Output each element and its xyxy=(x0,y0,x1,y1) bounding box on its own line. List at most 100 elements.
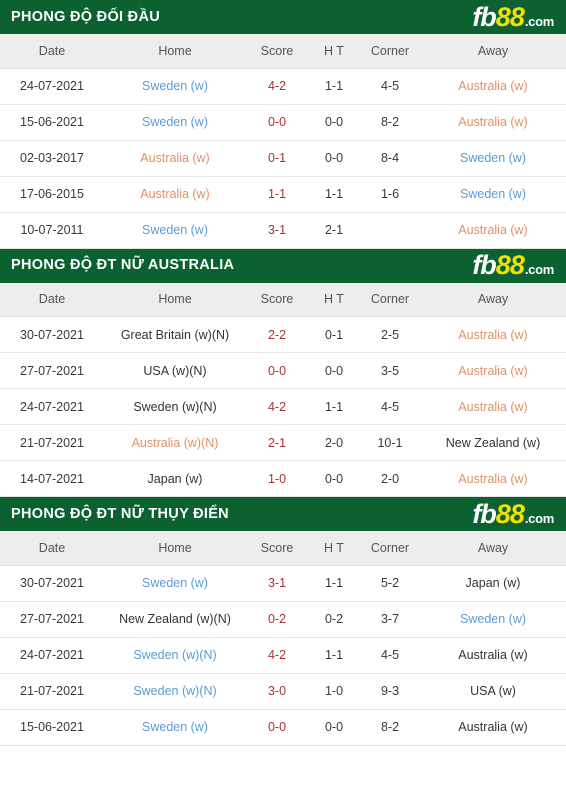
cell-date: 24-07-2021 xyxy=(0,388,104,425)
cell-away: Australia (w) xyxy=(420,104,566,141)
cell-home: USA (w)(N) xyxy=(104,352,246,389)
table-row[interactable]: 02-03-2017 Australia (w) 0-1 0-0 8-4 Sweden (… xyxy=(0,140,566,177)
cell-ht: 0-0 xyxy=(308,140,360,177)
table-row[interactable]: 17-06-2015 Australia (w) 1-1 1-1 1-6 Sweden (… xyxy=(0,176,566,213)
brand-com-text: .com xyxy=(524,510,554,526)
column-header-score: Score xyxy=(246,282,308,317)
cell-ht: 2-0 xyxy=(308,424,360,461)
column-header-home: Home xyxy=(104,282,246,317)
column-header-home: Home xyxy=(104,531,246,566)
cell-away: Australia (w) xyxy=(420,316,566,353)
fb88-logo[interactable]: fb 88 .com xyxy=(472,498,558,529)
section-header: PHONG ĐỘ ĐT NỮ THỤY ĐIỂN fb 88 .com xyxy=(0,497,566,531)
cell-home: Sweden (w)(N) xyxy=(104,388,246,425)
cell-date: 14-07-2021 xyxy=(0,460,104,497)
cell-home: Sweden (w)(N) xyxy=(104,673,246,710)
column-header-ht: H T xyxy=(308,282,360,317)
cell-score: 0-0 xyxy=(246,104,308,141)
cell-score: 3-1 xyxy=(246,212,308,249)
cell-home: Australia (w) xyxy=(104,140,246,177)
cell-score: 4-2 xyxy=(246,68,308,105)
cell-away: Sweden (w) xyxy=(420,601,566,638)
table-row[interactable]: 21-07-2021 Australia (w)(N) 2-1 2-0 10-1 New … xyxy=(0,424,566,461)
match-table: Date Home Score H T Corner Away 30-07-2021 Swed… xyxy=(0,531,566,746)
cell-corner: 3-5 xyxy=(360,352,420,389)
cell-date: 27-07-2021 xyxy=(0,601,104,638)
cell-away: Australia (w) xyxy=(420,212,566,249)
cell-corner: 4-5 xyxy=(360,637,420,674)
cell-corner xyxy=(360,212,420,249)
match-table: Date Home Score H T Corner Away 24-07-2021 Swed… xyxy=(0,34,566,249)
cell-date: 24-07-2021 xyxy=(0,637,104,674)
fb88-logo[interactable]: fb 88 .com xyxy=(472,1,558,32)
cell-ht: 1-1 xyxy=(308,637,360,674)
table-row[interactable]: 21-07-2021 Sweden (w)(N) 3-0 1-0 9-3 USA (w) xyxy=(0,673,566,710)
table-row[interactable]: 24-07-2021 Sweden (w)(N) 4-2 1-1 4-5 Australi… xyxy=(0,637,566,674)
column-header-corner: Corner xyxy=(360,531,420,566)
cell-away: Australia (w) xyxy=(420,388,566,425)
table-row[interactable]: 15-06-2021 Sweden (w) 0-0 0-0 8-2 Australia (… xyxy=(0,709,566,746)
column-header-corner: Corner xyxy=(360,34,420,69)
cell-away: New Zealand (w) xyxy=(420,424,566,461)
cell-corner: 4-5 xyxy=(360,68,420,105)
section-header: PHONG ĐỘ ĐT NỮ AUSTRALIA fb 88 .com xyxy=(0,248,566,283)
brand-88-text: 88 xyxy=(495,498,525,529)
cell-away: Australia (w) xyxy=(420,709,566,746)
cell-date: 17-06-2015 xyxy=(0,176,104,213)
column-header-away: Away xyxy=(420,531,566,566)
brand-fb-text: fb xyxy=(472,1,497,32)
cell-date: 21-07-2021 xyxy=(0,673,104,710)
table-row[interactable]: 27-07-2021 USA (w)(N) 0-0 0-0 3-5 Australia (… xyxy=(0,352,566,389)
cell-ht: 0-0 xyxy=(308,460,360,497)
cell-score: 2-2 xyxy=(246,316,308,353)
cell-score: 1-0 xyxy=(246,460,308,497)
cell-home: Sweden (w) xyxy=(104,212,246,249)
cell-score: 0-2 xyxy=(246,601,308,638)
cell-date: 10-07-2011 xyxy=(0,212,104,249)
cell-score: 0-1 xyxy=(246,140,308,177)
cell-date: 21-07-2021 xyxy=(0,424,104,461)
cell-score: 0-0 xyxy=(246,352,308,389)
section-title: PHONG ĐỘ ĐT NỮ AUSTRALIA xyxy=(11,257,235,274)
cell-ht: 1-1 xyxy=(308,565,360,602)
table-row[interactable]: 24-07-2021 Sweden (w)(N) 4-2 1-1 4-5 Australi… xyxy=(0,388,566,425)
cell-corner: 2-5 xyxy=(360,316,420,353)
cell-home: Australia (w)(N) xyxy=(104,424,246,461)
stats-section: PHONG ĐỘ ĐT NỮ AUSTRALIA fb 88 .com Date Home… xyxy=(0,248,566,497)
section-title: PHONG ĐỘ ĐỐI ĐẦU xyxy=(11,8,160,25)
cell-ht: 2-1 xyxy=(308,212,360,249)
stats-page: PHONG ĐỘ ĐỐI ĐẦU fb 88 .com Date Home Score H T… xyxy=(0,0,566,746)
table-row[interactable]: 30-07-2021 Great Britain (w)(N) 2-2 0-1 2-5 A… xyxy=(0,316,566,353)
column-header-date: Date xyxy=(0,34,104,69)
brand-fb-text: fb xyxy=(472,250,497,280)
table-row[interactable]: 14-07-2021 Japan (w) 1-0 0-0 2-0 Australia (w… xyxy=(0,460,566,497)
cell-score: 2-1 xyxy=(246,424,308,461)
cell-away: Australia (w) xyxy=(420,637,566,674)
cell-score: 4-2 xyxy=(246,637,308,674)
cell-corner: 8-2 xyxy=(360,104,420,141)
cell-date: 30-07-2021 xyxy=(0,565,104,602)
cell-away: USA (w) xyxy=(420,673,566,710)
table-row[interactable]: 27-07-2021 New Zealand (w)(N) 0-2 0-2 3-7 Swe… xyxy=(0,601,566,638)
cell-score: 1-1 xyxy=(246,176,308,213)
column-header-score: Score xyxy=(246,34,308,69)
cell-corner: 10-1 xyxy=(360,424,420,461)
brand-88-text: 88 xyxy=(495,250,525,280)
cell-ht: 0-1 xyxy=(308,316,360,353)
cell-home: Sweden (w) xyxy=(104,709,246,746)
table-row[interactable]: 15-06-2021 Sweden (w) 0-0 0-0 8-2 Australia (… xyxy=(0,104,566,141)
cell-away: Australia (w) xyxy=(420,460,566,497)
cell-date: 02-03-2017 xyxy=(0,140,104,177)
fb88-logo[interactable]: fb 88 .com xyxy=(472,252,558,279)
table-row[interactable]: 10-07-2011 Sweden (w) 3-1 2-1 Australia (w) xyxy=(0,212,566,249)
table-row[interactable]: 30-07-2021 Sweden (w) 3-1 1-1 5-2 Japan (w) xyxy=(0,565,566,602)
cell-corner: 5-2 xyxy=(360,565,420,602)
cell-date: 30-07-2021 xyxy=(0,316,104,353)
table-header-row: Date Home Score H T Corner Away xyxy=(0,34,566,69)
brand-88-text: 88 xyxy=(495,1,525,32)
column-header-date: Date xyxy=(0,531,104,566)
cell-date: 15-06-2021 xyxy=(0,709,104,746)
table-row[interactable]: 24-07-2021 Sweden (w) 4-2 1-1 4-5 Australia (… xyxy=(0,68,566,105)
cell-score: 0-0 xyxy=(246,709,308,746)
cell-home: Great Britain (w)(N) xyxy=(104,316,246,353)
